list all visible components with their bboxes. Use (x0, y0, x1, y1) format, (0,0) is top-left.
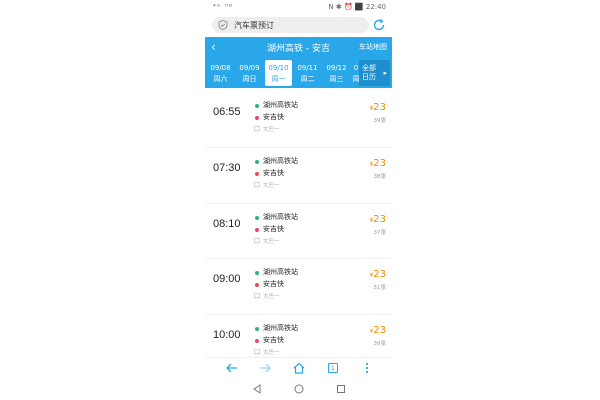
destination-dot-icon (255, 339, 259, 344)
date-selector: 09/08 周六 09/09 周日 09/10 周一 09/11 周二 09/1… (205, 58, 392, 88)
date-label: 09/12 (326, 64, 347, 72)
destination-dot-icon (255, 283, 259, 288)
weekday-label: 周一 (271, 75, 286, 83)
seats-remaining: 39张 (373, 118, 387, 124)
phone-screen: ⁴ᴳ ᴴᴰ N ✱ ⏰ ⬛ 22:40 汽车票预订 ‹ 湖州高铁 - 安吉 车站… (205, 0, 392, 400)
departure-time: 06:55 (213, 106, 241, 118)
price: ¥23 (369, 102, 386, 113)
trip-row[interactable]: 07:30 湖州高铁站 安吉快 大巴一 ¥23 38张 (205, 148, 392, 204)
calendar-label-line2: 日历 (362, 73, 376, 81)
weekday-label: 周二 (300, 75, 315, 83)
destination-station: 安吉快 (263, 280, 284, 289)
search-bar[interactable]: 汽车票预订 (212, 17, 369, 33)
weekday-label: 周六 (213, 75, 228, 83)
bus-icon (254, 293, 260, 300)
destination-station: 安吉快 (263, 113, 284, 121)
price: ¥23 (369, 325, 386, 336)
status-bar: ⁴ᴳ ᴴᴰ N ✱ ⏰ ⬛ 22:40 (205, 0, 392, 15)
departure-time: 10:00 (213, 329, 241, 342)
signal-indicators: ⁴ᴳ ᴴᴰ (213, 3, 234, 11)
destination-dot-icon (255, 227, 259, 232)
price-value: 23 (373, 213, 386, 225)
bus-icon (254, 349, 260, 355)
weekday-label: 周三 (329, 75, 344, 83)
destination-station: 安吉快 (263, 224, 284, 233)
date-label: 09/10 (268, 64, 289, 72)
origin-dot-icon (255, 104, 259, 108)
seats-remaining: 38张 (373, 173, 387, 180)
destination-dot-icon (255, 171, 259, 176)
header-bar: ‹ 湖州高铁 - 安吉 车站地图 (205, 37, 392, 58)
date-tab-0912[interactable]: 09/12 周三 (323, 60, 350, 86)
home-icon[interactable] (292, 361, 306, 375)
date-tab-0910-selected[interactable]: 09/10 周一 (265, 60, 292, 86)
more-menu-icon[interactable] (360, 361, 374, 375)
price-value: 23 (373, 325, 386, 337)
origin-station: 湖州高铁站 (263, 156, 298, 165)
refresh-icon[interactable] (372, 18, 386, 32)
forward-arrow-icon[interactable] (258, 361, 272, 375)
date-label: 09/08 (210, 64, 231, 72)
trip-list: 06:55 湖州高铁站 安吉快 大巴一 ¥23 39张 07:30 湖州高铁站 … (205, 92, 392, 371)
bus-type: 大巴一 (263, 238, 280, 245)
tab-count: 1 (328, 363, 338, 373)
station-map-link[interactable]: 车站地图 (359, 42, 387, 52)
back-arrow-icon[interactable] (225, 361, 239, 375)
system-nav-bar (205, 378, 392, 400)
destination-station: 安吉快 (263, 168, 284, 177)
bus-type: 大巴一 (263, 350, 280, 357)
origin-dot-icon (255, 271, 259, 276)
calendar-label-line1: 全部 (362, 64, 376, 72)
bus-type: 大巴一 (263, 127, 280, 133)
origin-station: 湖州高铁站 (263, 268, 298, 277)
bus-icon (254, 126, 260, 132)
departure-time: 07:30 (213, 161, 241, 174)
trip-row[interactable]: 08:10 湖州高铁站 安吉快 大巴一 ¥23 37张 (205, 204, 392, 260)
bus-icon (254, 181, 260, 188)
origin-dot-icon (255, 215, 259, 220)
bus-type: 大巴一 (263, 294, 280, 301)
browser-toolbar: 1 (205, 357, 392, 378)
price: ¥23 (369, 158, 386, 169)
price-value: 23 (373, 157, 386, 169)
tabs-button[interactable]: 1 (326, 361, 340, 375)
departure-time: 09:00 (213, 273, 241, 286)
trip-row[interactable]: 06:55 湖州高铁站 安吉快 大巴一 ¥23 39张 (205, 92, 392, 148)
date-label: 09/09 (239, 64, 260, 72)
date-tab-0911[interactable]: 09/11 周二 (294, 60, 321, 86)
system-recents-icon[interactable] (335, 383, 347, 395)
seats-remaining: 37张 (373, 229, 387, 236)
date-label: 09/11 (297, 64, 318, 72)
price: ¥23 (369, 269, 386, 280)
origin-dot-icon (255, 159, 259, 164)
arrow-right-icon: ▸ (383, 69, 387, 77)
date-tab-0909[interactable]: 09/09 周日 (236, 60, 263, 86)
shield-check-icon (218, 20, 228, 30)
origin-dot-icon (255, 327, 259, 332)
price-value: 23 (373, 102, 386, 113)
departure-time: 08:10 (213, 217, 241, 230)
system-home-icon[interactable] (293, 383, 305, 395)
bus-type: 大巴一 (263, 182, 280, 189)
date-tab-0908[interactable]: 09/08 周六 (207, 60, 234, 86)
status-clock: N ✱ ⏰ ⬛ 22:40 (328, 3, 386, 11)
destination-station: 安吉快 (263, 336, 284, 345)
all-dates-calendar-button[interactable]: 全部 日历 ▸ (359, 60, 390, 86)
seats-remaining: 51张 (373, 285, 387, 292)
bus-icon (254, 237, 260, 244)
origin-station: 湖州高铁站 (263, 101, 298, 109)
price-value: 23 (373, 269, 386, 281)
origin-station: 湖州高铁站 (263, 324, 298, 333)
destination-dot-icon (255, 116, 259, 120)
origin-station: 湖州高铁站 (263, 212, 298, 221)
search-text: 汽车票预订 (234, 21, 274, 30)
price: ¥23 (369, 214, 386, 225)
seats-remaining: 39张 (373, 341, 387, 348)
system-back-icon[interactable] (251, 383, 263, 395)
trip-row[interactable]: 09:00 湖州高铁站 安吉快 大巴一 ¥23 51张 (205, 259, 392, 316)
weekday-label: 周日 (242, 75, 257, 83)
